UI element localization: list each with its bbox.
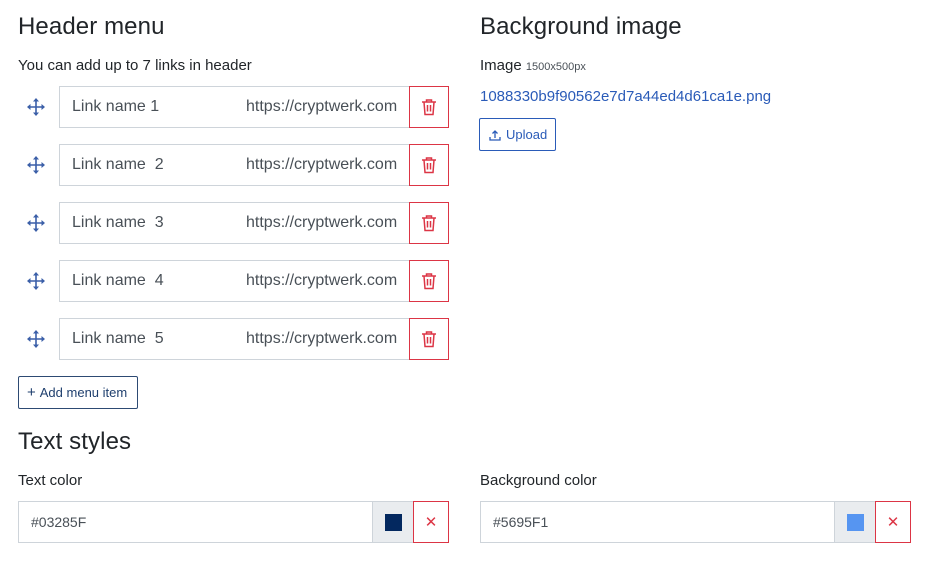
background-color-swatch <box>846 513 864 531</box>
background-file-link[interactable]: 1088330b9f90562e7d7a44ed4d61ca1e.png <box>480 88 771 105</box>
close-icon: ✕ <box>886 514 900 531</box>
trash-icon <box>421 98 437 116</box>
trash-icon <box>421 272 437 290</box>
upload-button[interactable]: Upload <box>479 118 556 151</box>
image-label-row: Image 1500x500px <box>480 57 586 74</box>
move-arrows-icon[interactable] <box>26 97 46 117</box>
text-color-input[interactable] <box>18 501 373 543</box>
delete-link-button[interactable] <box>409 202 449 244</box>
menu-item-row <box>18 260 450 302</box>
image-size-note: 1500x500px <box>525 61 586 73</box>
text-color-swatch <box>384 513 402 531</box>
text-color-label: Text color <box>18 472 83 489</box>
plus-icon: + <box>27 384 36 401</box>
link-name-input[interactable] <box>59 318 235 360</box>
background-color-swatch-box[interactable] <box>835 501 876 543</box>
text-color-swatch-box[interactable] <box>373 501 414 543</box>
move-arrows-icon[interactable] <box>26 329 46 349</box>
clear-background-color-button[interactable]: ✕ <box>875 501 911 543</box>
clear-text-color-button[interactable]: ✕ <box>413 501 449 543</box>
header-menu-title: Header menu <box>18 13 165 40</box>
upload-label: Upload <box>506 127 548 142</box>
menu-item-row <box>18 318 450 360</box>
close-icon: ✕ <box>424 514 438 531</box>
trash-icon <box>421 156 437 174</box>
add-menu-item-label: Add menu item <box>39 385 128 400</box>
trash-icon <box>421 214 437 232</box>
delete-link-button[interactable] <box>409 260 449 302</box>
link-url-input[interactable] <box>234 202 410 244</box>
move-arrows-icon[interactable] <box>26 213 46 233</box>
menu-item-row <box>18 144 450 186</box>
link-name-input[interactable] <box>59 260 235 302</box>
link-url-input[interactable] <box>234 86 410 128</box>
move-arrows-icon[interactable] <box>26 271 46 291</box>
add-menu-item-button[interactable]: + Add menu item <box>18 376 138 409</box>
link-name-input[interactable] <box>59 202 235 244</box>
trash-icon <box>421 330 437 348</box>
link-name-input[interactable] <box>59 86 235 128</box>
move-arrows-icon[interactable] <box>26 155 46 175</box>
link-url-input[interactable] <box>234 260 410 302</box>
upload-icon <box>488 128 502 142</box>
background-color-input[interactable] <box>480 501 835 543</box>
menu-item-row <box>18 202 450 244</box>
link-url-input[interactable] <box>234 318 410 360</box>
menu-item-row <box>18 86 450 128</box>
delete-link-button[interactable] <box>409 86 449 128</box>
image-label: Image <box>480 57 522 74</box>
link-name-input[interactable] <box>59 144 235 186</box>
text-styles-title: Text styles <box>18 428 132 455</box>
delete-link-button[interactable] <box>409 144 449 186</box>
header-menu-hint: You can add up to 7 links in header <box>18 57 252 74</box>
background-color-label: Background color <box>480 472 597 489</box>
delete-link-button[interactable] <box>409 318 449 360</box>
background-image-title: Background image <box>480 13 682 40</box>
link-url-input[interactable] <box>234 144 410 186</box>
